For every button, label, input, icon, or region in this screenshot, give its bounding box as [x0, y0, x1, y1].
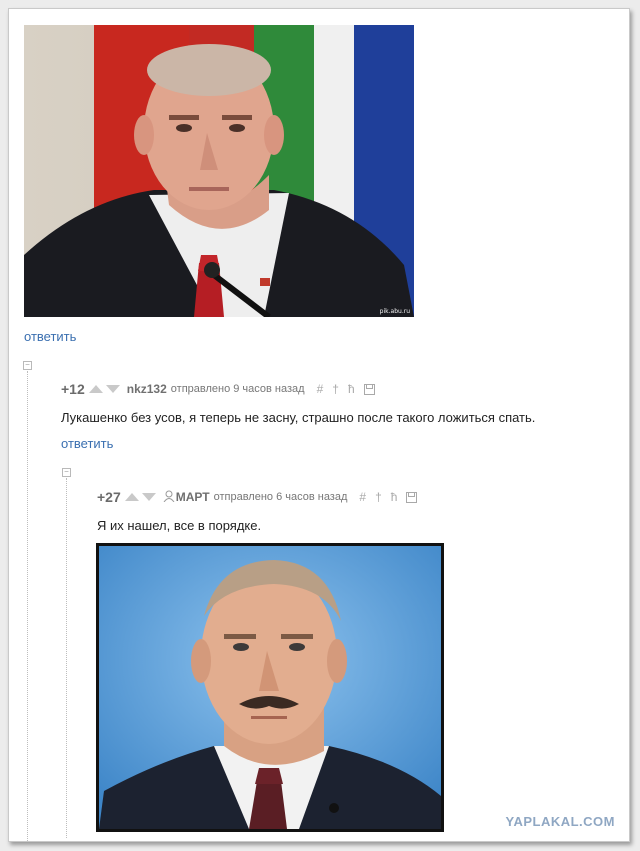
permalink-icon[interactable]: #: [359, 490, 366, 504]
portrait-image-bottom: [99, 546, 441, 829]
comment-1-author[interactable]: nkz132: [127, 382, 167, 396]
dagger-icon[interactable]: †: [375, 490, 382, 504]
upvote-icon[interactable]: [88, 385, 103, 393]
thread-line-2: [66, 478, 67, 838]
comment-2-text: Я их нашел, все в порядке.: [97, 518, 262, 533]
comment-2-meta: +27 МАРТ отправлено 6 часов назад # † ħ: [97, 489, 426, 505]
thread-line-1: [27, 371, 28, 841]
comment-1-score: +12: [61, 381, 85, 397]
site-logo: YAPLAKAL.COM: [505, 814, 615, 829]
image-watermark: pik.abu.ru: [379, 308, 410, 315]
reply-link-comment-1[interactable]: ответить: [61, 436, 113, 451]
downvote-icon[interactable]: [105, 385, 120, 393]
user-icon: [163, 490, 175, 505]
comment-1-meta: +12 nkz132 отправлено 9 часов назад # † …: [61, 381, 384, 397]
post-image-top: pik.abu.ru: [24, 25, 414, 317]
collapse-toggle-comment-2[interactable]: −: [62, 468, 71, 477]
comment-2-author[interactable]: МАРТ: [176, 490, 210, 504]
comment-1-text: Лукашенко без усов, я теперь не засну, с…: [61, 410, 536, 425]
permalink-icon[interactable]: #: [317, 382, 324, 396]
post-frame: pik.abu.ru ответить − +12 nkz132 отправл…: [8, 8, 630, 842]
comment-2-image: [96, 543, 444, 832]
save-icon[interactable]: [363, 383, 375, 395]
comment-1-timestamp: отправлено 9 часов назад: [170, 383, 305, 395]
downvote-icon[interactable]: [141, 493, 156, 501]
reply-link-post[interactable]: ответить: [24, 329, 76, 344]
comment-2-timestamp: отправлено 6 часов назад: [213, 491, 348, 503]
h-icon[interactable]: ħ: [348, 382, 355, 396]
h-icon[interactable]: ħ: [391, 490, 398, 504]
collapse-toggle-comment-1[interactable]: −: [23, 361, 32, 370]
save-icon[interactable]: [406, 491, 418, 503]
upvote-icon[interactable]: [124, 493, 139, 501]
dagger-icon[interactable]: †: [332, 382, 339, 396]
portrait-image-top: [24, 25, 414, 317]
comment-2-score: +27: [97, 489, 121, 505]
